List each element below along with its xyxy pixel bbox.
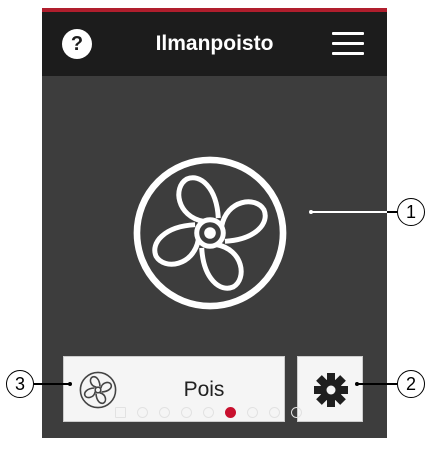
app-header: ? Ilmanpoisto: [42, 12, 387, 76]
callout-3: 3: [6, 370, 34, 398]
page-dot[interactable]: [291, 407, 302, 418]
page-dot[interactable]: [203, 407, 214, 418]
page-indicator: [115, 407, 315, 421]
page-dot-active[interactable]: [225, 407, 236, 418]
page-dot[interactable]: [159, 407, 170, 418]
callout-leader: [311, 211, 387, 213]
page-dot[interactable]: [181, 407, 192, 418]
page-dot[interactable]: [247, 407, 258, 418]
help-icon[interactable]: ?: [62, 29, 92, 59]
callout-1: 1: [397, 198, 425, 226]
mode-label: Pois: [183, 378, 225, 401]
callout-leader: [34, 383, 70, 385]
callout-leader-dot: [68, 382, 72, 386]
page-dot[interactable]: [115, 407, 126, 418]
page-title: Ilmanpoisto: [155, 32, 274, 55]
hamburger-menu-icon[interactable]: [332, 32, 364, 58]
callout-2: 2: [397, 370, 425, 398]
gear-icon: [314, 373, 348, 407]
fan-icon: [133, 156, 287, 310]
fan-icon: [79, 371, 117, 409]
app-screen: ? Ilmanpoisto Pois: [42, 8, 387, 438]
callout-leader: [387, 211, 397, 213]
callout-leader: [357, 383, 397, 385]
page-dot[interactable]: [269, 407, 280, 418]
page-dot[interactable]: [137, 407, 148, 418]
